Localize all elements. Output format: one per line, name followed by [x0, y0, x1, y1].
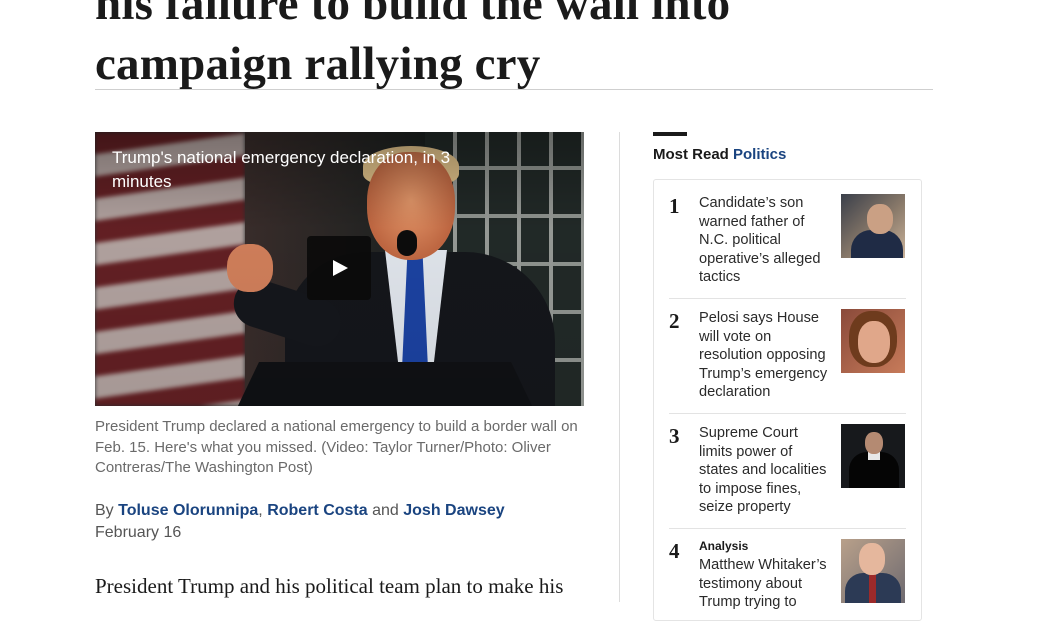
author-link[interactable]: Robert Costa: [267, 502, 367, 519]
most-read-item[interactable]: 1 Candidate’s son warned father of N.C. …: [669, 194, 906, 299]
article-lede: President Trump and his political team p…: [95, 574, 564, 598]
most-read-item[interactable]: 4 Analysis Matthew Whitaker’s testimony …: [669, 539, 906, 619]
most-read-headline[interactable]: Supreme Court limits power of states and…: [699, 424, 835, 517]
article-headline: his failure to build the wall into campa…: [95, 0, 955, 94]
item-divider: [669, 298, 906, 299]
thumb-body: [851, 230, 903, 258]
thumb-face: [858, 321, 890, 363]
most-read-accent-bar: [653, 132, 687, 136]
most-read-item[interactable]: 2 Pelosi says House will vote on resolut…: [669, 309, 906, 414]
headline-line: his failure to build the wall into: [95, 0, 731, 30]
author-link[interactable]: Toluse Olorunnipa: [118, 502, 258, 519]
item-divider: [669, 413, 906, 414]
portrait-woman-icon[interactable]: [841, 309, 905, 373]
byline-prefix: By: [95, 502, 114, 519]
portrait-man-icon[interactable]: [841, 539, 905, 603]
portrait-man-icon[interactable]: [841, 194, 905, 258]
rank-number: 2: [669, 309, 680, 333]
video-caption: President Trump declared a national emer…: [95, 418, 578, 476]
headline-line: campaign rallying cry: [95, 38, 541, 90]
publish-date: February 16: [95, 524, 182, 541]
most-read-list: 1 Candidate’s son warned father of N.C. …: [653, 179, 922, 621]
thumb-face: [859, 543, 885, 575]
most-read-label: Most Read: [653, 146, 729, 163]
most-read-headline[interactable]: Analysis Matthew Whitaker’s testimony ab…: [699, 539, 835, 612]
byline: By Toluse Olorunnipa, Robert Costa and J…: [95, 501, 505, 521]
most-read-headline[interactable]: Candidate’s son warned father of N.C. po…: [699, 194, 835, 287]
thumb-tie: [869, 573, 876, 603]
rank-number: 1: [669, 194, 680, 218]
rank-number: 4: [669, 539, 680, 563]
thumb-face: [867, 204, 893, 234]
byline-conjunction: and: [372, 502, 399, 519]
thumb-face: [865, 432, 883, 454]
portrait-justice-icon[interactable]: [841, 424, 905, 488]
analysis-label: Analysis: [699, 539, 749, 553]
most-read-headline[interactable]: Pelosi says House will vote on resolutio…: [699, 309, 835, 402]
rank-number: 3: [669, 424, 680, 448]
most-read-headline-text: Matthew Whitaker’s testimony about Trump…: [699, 557, 827, 610]
play-icon: [333, 260, 348, 276]
most-read-heading: Most Read Politics: [653, 146, 786, 163]
byline-separator: ,: [258, 502, 263, 519]
play-button[interactable]: [307, 236, 371, 300]
most-read-item[interactable]: 3 Supreme Court limits power of states a…: [669, 424, 906, 529]
headline-divider: [95, 89, 933, 90]
video-player[interactable]: Trump's national emergency declaration, …: [95, 132, 584, 406]
item-divider: [669, 528, 906, 529]
video-title: Trump's national emergency declaration, …: [112, 148, 451, 191]
column-divider: [619, 132, 620, 602]
most-read-section: Politics: [733, 146, 787, 163]
author-link[interactable]: Josh Dawsey: [403, 502, 504, 519]
